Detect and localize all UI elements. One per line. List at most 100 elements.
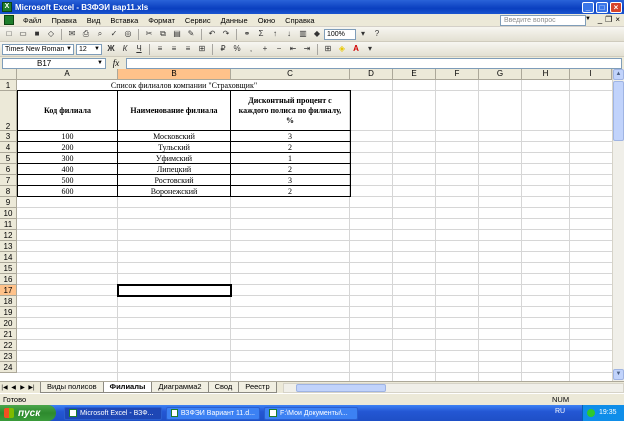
row-header-21[interactable]: 21 [0, 329, 17, 340]
menu-format[interactable]: Формат [143, 16, 180, 25]
cell-b6[interactable]: Липецкий [118, 164, 230, 174]
drawing-icon[interactable]: ◆ [311, 28, 323, 40]
underline-icon[interactable]: Ч [133, 43, 145, 55]
format-painter-icon[interactable]: ✎ [185, 28, 197, 40]
sort-ascending-icon[interactable]: ↑ [269, 28, 281, 40]
menu-tools[interactable]: Сервис [180, 16, 216, 25]
row-header-9[interactable]: 9 [0, 197, 17, 208]
row-header-22[interactable]: 22 [0, 340, 17, 351]
row-header-6[interactable]: 6 [0, 164, 17, 175]
decrease-indent-icon[interactable]: ⇤ [287, 43, 299, 55]
row-header-15[interactable]: 15 [0, 263, 17, 274]
help-icon[interactable]: ? [371, 28, 383, 40]
minimize-button[interactable]: _ [582, 1, 594, 13]
clock[interactable]: 19:35 [599, 405, 617, 421]
row-header-2[interactable]: 2 [0, 91, 17, 131]
formula-input[interactable] [126, 57, 622, 69]
align-left-icon[interactable]: ≡ [154, 43, 166, 55]
research-icon[interactable]: ◎ [122, 28, 134, 40]
row-header-24[interactable]: 24 [0, 362, 17, 373]
paste-icon[interactable]: ▤ [171, 28, 183, 40]
column-header-d[interactable]: D [350, 69, 393, 80]
align-right-icon[interactable]: ≡ [182, 43, 194, 55]
row-header-20[interactable]: 20 [0, 318, 17, 329]
row-header-7[interactable]: 7 [0, 175, 17, 186]
language-indicator[interactable]: RU [555, 408, 565, 415]
menu-help[interactable]: Справка [280, 16, 319, 25]
percent-icon[interactable]: % [231, 43, 243, 55]
row-header-10[interactable]: 10 [0, 208, 17, 219]
document-icon[interactable] [4, 15, 14, 25]
cell-a3[interactable]: 100 [18, 131, 117, 141]
cell-c5[interactable]: 1 [231, 153, 349, 163]
help-dropdown-icon[interactable]: ▼ [585, 16, 591, 22]
row-header-1[interactable]: 1 [0, 80, 17, 91]
cell-c6[interactable]: 2 [231, 164, 349, 174]
zoom-dropdown-icon[interactable]: ▾ [357, 28, 369, 40]
print-icon[interactable]: ⎙ [80, 28, 92, 40]
cell-c8[interactable]: 2 [231, 186, 349, 196]
doc-minimize-button[interactable]: _ [598, 15, 602, 24]
cell-a4[interactable]: 200 [18, 142, 117, 152]
email-icon[interactable]: ✉ [66, 28, 78, 40]
cell-a6[interactable]: 400 [18, 164, 117, 174]
start-button[interactable]: пуск [0, 405, 56, 421]
tab-branches[interactable]: Филиалы [102, 382, 153, 393]
autosum-icon[interactable]: Σ [255, 28, 267, 40]
header-branch-code[interactable]: Код филиала [18, 91, 117, 130]
cell-b4[interactable]: Тульский [118, 142, 230, 152]
column-header-g[interactable]: G [479, 69, 522, 80]
sort-descending-icon[interactable]: ↓ [283, 28, 295, 40]
merge-center-icon[interactable]: ⊞ [196, 43, 208, 55]
currency-icon[interactable]: ₽ [217, 43, 229, 55]
chart-wizard-icon[interactable]: ▥ [297, 28, 309, 40]
row-header-11[interactable]: 11 [0, 219, 17, 230]
menu-data[interactable]: Данные [216, 16, 253, 25]
taskbar-item-folder[interactable]: F:\Мои Документы\... [264, 406, 358, 420]
cell-b5[interactable]: Уфимский [118, 153, 230, 163]
horizontal-scrollbar[interactable] [282, 382, 624, 393]
copy-icon[interactable]: ⧉ [157, 28, 169, 40]
font-size-select[interactable]: 12 ▼ [76, 43, 102, 55]
size-dropdown-icon[interactable]: ▼ [94, 45, 100, 54]
redo-icon[interactable]: ↷ [220, 28, 232, 40]
hyperlink-icon[interactable]: ⚭ [241, 28, 253, 40]
maximize-button[interactable]: □ [596, 1, 608, 13]
active-cell-selection[interactable] [117, 284, 232, 297]
row-header-16[interactable]: 16 [0, 274, 17, 285]
row-header-5[interactable]: 5 [0, 153, 17, 164]
cell-b7[interactable]: Ростовский [118, 175, 230, 185]
row-header-23[interactable]: 23 [0, 351, 17, 362]
column-header-c[interactable]: C [231, 69, 350, 80]
column-header-i[interactable]: I [570, 69, 612, 80]
horizontal-scroll-thumb[interactable] [295, 383, 386, 392]
save-icon[interactable]: ■ [31, 28, 43, 40]
tab-register[interactable]: Реестр [238, 382, 277, 393]
open-icon[interactable]: ▭ [17, 28, 29, 40]
close-button[interactable]: × [610, 1, 622, 13]
tab-policy-types[interactable]: Виды полисов [40, 382, 104, 393]
tab-summary[interactable]: Свод [207, 382, 240, 393]
column-header-f[interactable]: F [436, 69, 479, 80]
row-header-18[interactable]: 18 [0, 296, 17, 307]
cell-b3[interactable]: Московский [118, 131, 230, 141]
undo-icon[interactable]: ↶ [206, 28, 218, 40]
zoom-select[interactable]: 100% [324, 28, 356, 40]
tab-chart2[interactable]: Диаграмма2 [151, 382, 209, 393]
align-center-icon[interactable]: ≡ [168, 43, 180, 55]
row-header-8[interactable]: 8 [0, 186, 17, 197]
taskbar-item-excel[interactable]: Microsoft Excel - ВЗФ... [64, 406, 162, 420]
borders-icon[interactable]: ⊞ [322, 43, 334, 55]
row-header-3[interactable]: 3 [0, 131, 17, 142]
column-header-a[interactable]: A [17, 69, 118, 80]
column-header-e[interactable]: E [393, 69, 436, 80]
cell-c4[interactable]: 2 [231, 142, 349, 152]
cut-icon[interactable]: ✂ [143, 28, 155, 40]
prev-sheet-icon[interactable]: ◀ [9, 384, 18, 391]
vertical-scrollbar[interactable]: ▲ ▼ [612, 69, 624, 381]
header-branch-name[interactable]: Наименование филиала [118, 91, 230, 130]
name-box-dropdown-icon[interactable]: ▼ [97, 59, 103, 68]
row-header-14[interactable]: 14 [0, 252, 17, 263]
scroll-up-icon[interactable]: ▲ [613, 69, 624, 80]
taskbar-item-word[interactable]: ВЗФЭИ Вариант 11.d... [166, 406, 260, 420]
